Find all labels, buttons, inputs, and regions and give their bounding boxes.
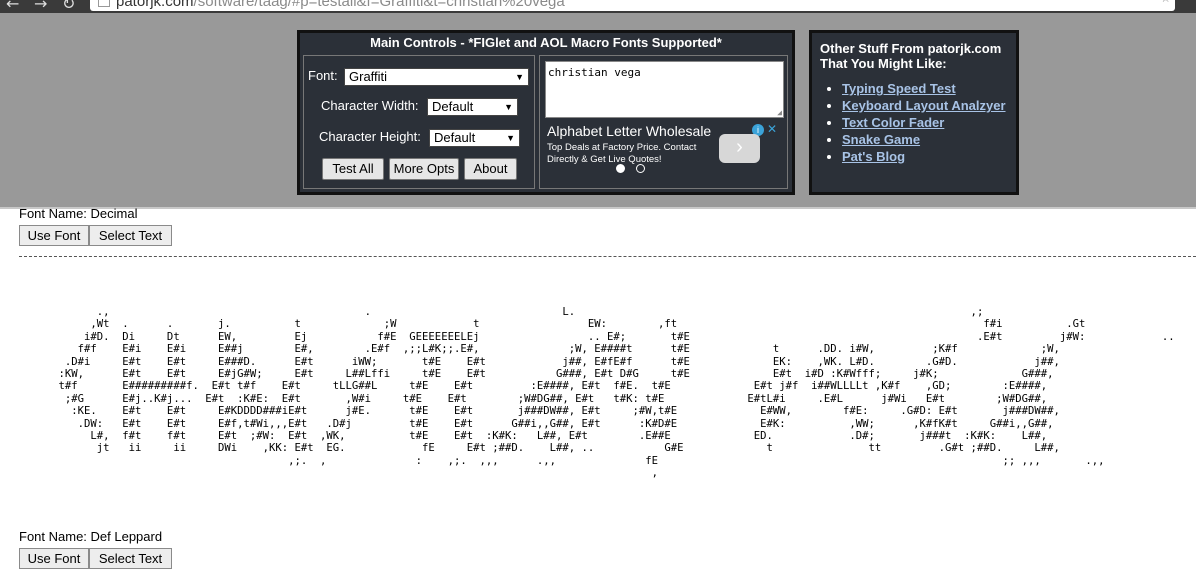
main-controls-title: Main Controls - *FIGlet and AOL Macro Fo… [370, 35, 722, 50]
dropdown-arrow-icon: ▼ [515, 72, 524, 82]
list-item: Pat's Blog [842, 149, 1017, 164]
dropdown-arrow-icon: ▼ [506, 133, 515, 143]
ascii-art-output[interactable]: ., . L. ,; ,Wt . . j. t ;W t EW: ,ft f#i… [33, 306, 1175, 480]
font-label: Font: [308, 68, 338, 83]
list-item: Keyboard Layout Analzyer [842, 98, 1017, 113]
char-width-label: Character Width: [321, 98, 419, 113]
use-font-button[interactable]: Use Font [19, 548, 89, 569]
browser-toolbar: ← → ↻ patorjk.com/software/taag/#p=testa… [0, 0, 1196, 13]
text-input-value: christian vega [548, 66, 641, 79]
more-opts-button[interactable]: More Opts [389, 158, 459, 180]
char-width-select[interactable]: Default ▼ [427, 98, 518, 116]
select-text-button[interactable]: Select Text [89, 225, 172, 246]
other-stuff-title: Other Stuff From patorjk.com That You Mi… [820, 41, 1002, 71]
forward-arrow-icon[interactable]: → [34, 0, 47, 13]
bookmark-star-icon[interactable]: ☆ [1160, 0, 1171, 8]
font-select[interactable]: Graffiti ▼ [344, 68, 529, 86]
font-select-value: Graffiti [349, 69, 388, 84]
link-typing-speed-test[interactable]: Typing Speed Test [842, 81, 956, 96]
ad-dot[interactable] [636, 164, 645, 173]
select-text-button[interactable]: Select Text [89, 548, 172, 569]
back-arrow-icon[interactable]: ← [6, 0, 19, 13]
ad-description: Top Deals at Factory Price. Contact Dire… [547, 142, 697, 165]
list-item: Text Color Fader [842, 115, 1017, 130]
ad-dot-active[interactable] [616, 164, 625, 173]
other-stuff-panel: Other Stuff From patorjk.com That You Mi… [809, 30, 1019, 195]
url-host: patorjk.com [116, 0, 194, 10]
char-height-label: Character Height: [319, 129, 421, 144]
resize-handle-icon[interactable]: ◢ [777, 108, 782, 117]
font-name-label: Font Name: Def Leppard [19, 529, 163, 544]
char-height-value: Default [434, 130, 476, 145]
link-text-color-fader[interactable]: Text Color Fader [842, 115, 944, 130]
link-snake-game[interactable]: Snake Game [842, 132, 920, 147]
link-keyboard-layout-analyzer[interactable]: Keyboard Layout Analzyer [842, 98, 1006, 113]
dropdown-arrow-icon: ▼ [504, 102, 513, 112]
address-bar[interactable]: patorjk.com/software/taag/#p=testall&f=G… [90, 0, 1175, 11]
about-button[interactable]: About [464, 158, 517, 180]
controls-box: Font: Graffiti ▼ Character Width: Defaul… [303, 55, 535, 189]
use-font-button[interactable]: Use Font [19, 225, 89, 246]
section-divider [19, 256, 1196, 257]
main-controls-panel: Main Controls - *FIGlet and AOL Macro Fo… [297, 30, 795, 195]
char-width-value: Default [432, 99, 474, 114]
text-input-box: christian vega ◢ Alphabet Letter Wholesa… [539, 55, 788, 189]
list-item: Typing Speed Test [842, 81, 1017, 96]
char-height-select[interactable]: Default ▼ [429, 129, 520, 147]
header-area: Main Controls - *FIGlet and AOL Macro Fo… [0, 13, 1196, 209]
link-pats-blog[interactable]: Pat's Blog [842, 149, 905, 164]
list-item: Snake Game [842, 132, 1017, 147]
font-name-label: Font Name: Decimal [19, 206, 138, 221]
test-all-button[interactable]: Test All [322, 158, 384, 180]
ad-title[interactable]: Alphabet Letter Wholesale [547, 123, 711, 139]
page-icon [98, 0, 110, 7]
url-path: /software/taag/#p=testall&f=Graffiti&t=c… [193, 0, 565, 10]
text-input[interactable]: christian vega ◢ [545, 61, 784, 118]
reload-icon[interactable]: ↻ [62, 0, 75, 13]
ad-next-arrow-icon[interactable]: › [719, 134, 760, 163]
other-stuff-list: Typing Speed Test Keyboard Layout Analzy… [824, 81, 1017, 166]
ad-close-icon[interactable]: ✕ [767, 122, 777, 136]
